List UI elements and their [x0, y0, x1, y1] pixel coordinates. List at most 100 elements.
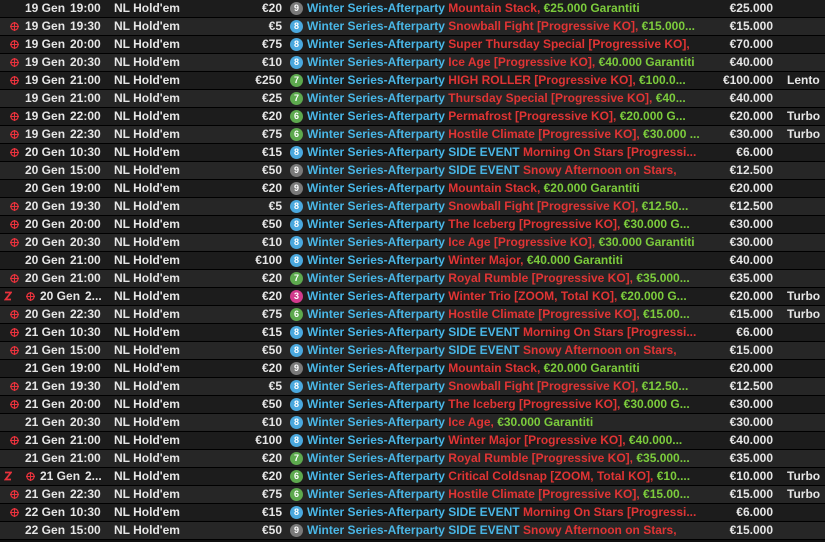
table-row[interactable]: 20 Gen 20:30 NL Hold'em €10 8 Winter Series-A… — [0, 234, 825, 252]
players-badge: 9 — [290, 164, 303, 177]
event-name: Permafrost [Progressive KO], — [448, 109, 620, 123]
target-icon — [10, 490, 19, 499]
date-time: 19 Gen 20:30 — [25, 54, 103, 71]
table-row[interactable]: 21 Gen 21:00 NL Hold'em €20 7 Winter Series-A… — [0, 450, 825, 468]
buyin-cell: €20 — [261, 109, 282, 123]
guaranteed-amount: €40.000 Garantiti — [598, 55, 695, 69]
tournament-name: Winter Series-Afterparty Snowball Fight … — [307, 18, 717, 35]
table-row[interactable]: 22 Gen 10:30 NL Hold'em €15 8 Winter Series-A… — [0, 504, 825, 522]
table-row[interactable]: 21 Gen 20:00 NL Hold'em €50 8 Winter Series-A… — [0, 396, 825, 414]
tournament-name: Winter Series-Afterparty Winter Major [P… — [307, 432, 717, 449]
table-row[interactable]: 21 Gen 2... NL Hold'em €20 6 Winter Series-Af… — [0, 468, 825, 486]
tournament-name: Winter Series-Afterparty Snowball Fight … — [307, 198, 717, 215]
table-row[interactable]: 19 Gen 21:00 NL Hold'em €25 7 Winter Series-A… — [0, 90, 825, 108]
table-row[interactable]: 20 Gen 22:30 NL Hold'em €75 6 Winter Series-A… — [0, 306, 825, 324]
table-row[interactable]: 21 Gen 10:30 NL Hold'em €15 8 Winter Series-A… — [0, 324, 825, 342]
date-time: 21 Gen 21:00 — [25, 450, 103, 467]
date-cell: 19 Gen — [25, 73, 66, 87]
buyin-cell: €15 — [261, 145, 282, 159]
date-time: 20 Gen 21:00 — [25, 252, 103, 269]
table-row[interactable]: 19 Gen 20:00 NL Hold'em €75 8 Winter Series-A… — [0, 36, 825, 54]
date-cell: 20 Gen — [25, 199, 66, 213]
time-cell: 22:00 — [70, 109, 101, 123]
date-cell: 21 Gen — [25, 487, 66, 501]
guaranteed-amount: €20.000 G... — [619, 109, 686, 123]
players-badge: 9 — [290, 2, 303, 15]
table-row[interactable]: 22 Gen 15:00 NL Hold'em €50 9 Winter Series-A… — [0, 522, 825, 540]
guaranteed-amount: €20.000 Garantiti — [543, 361, 640, 375]
target-icon — [10, 112, 19, 121]
table-row[interactable]: 21 Gen 20:30 NL Hold'em €10 8 Winter Series-A… — [0, 414, 825, 432]
game-type-cell: NL Hold'em — [114, 415, 180, 429]
table-row[interactable]: 20 Gen 19:00 NL Hold'em €20 9 Winter Series-A… — [0, 180, 825, 198]
table-row[interactable]: 21 Gen 15:00 NL Hold'em €50 8 Winter Series-A… — [0, 342, 825, 360]
date-cell: 22 Gen — [25, 523, 66, 537]
date-time: 19 Gen 22:00 — [25, 108, 103, 125]
time-cell: 21:00 — [70, 451, 101, 465]
date-cell: 19 Gen — [25, 37, 66, 51]
table-row[interactable]: 19 Gen 19:30 NL Hold'em €5 8 Winter Series-Af… — [0, 18, 825, 36]
prize-pool-cell: €12.500 — [729, 163, 773, 177]
tournament-name: Winter Series-Afterparty SIDE EVENT Snow… — [307, 162, 717, 179]
zoom-z-icon — [4, 291, 12, 301]
table-row[interactable]: 20 Gen 21:00 NL Hold'em €100 8 Winter Series-… — [0, 252, 825, 270]
game-type-cell: NL Hold'em — [114, 523, 180, 537]
time-cell: 19:30 — [70, 379, 101, 393]
table-row[interactable]: 19 Gen 22:00 NL Hold'em €20 6 Winter Series-A… — [0, 108, 825, 126]
table-row[interactable]: 19 Gen 20:30 NL Hold'em €10 8 Winter Series-A… — [0, 54, 825, 72]
buyin-cell: €20 — [261, 271, 282, 285]
table-row[interactable]: 21 Gen 19:00 NL Hold'em €20 9 Winter Series-A… — [0, 360, 825, 378]
players-badge: 8 — [290, 200, 303, 213]
table-row[interactable]: 19 Gen 22:30 NL Hold'em €75 6 Winter Series-A… — [0, 126, 825, 144]
buyin-cell: €20 — [261, 361, 282, 375]
date-time: 19 Gen 22:30 — [25, 126, 103, 143]
series-name: Winter Series-Afterparty — [307, 487, 445, 501]
event-name: Royal Rumble [Progressive KO], — [448, 451, 637, 465]
buyin-cell: €100 — [255, 433, 282, 447]
series-name: Winter Series-Afterparty — [307, 361, 445, 375]
buyin-cell: €15 — [261, 325, 282, 339]
table-row[interactable]: 20 Gen 19:30 NL Hold'em €5 8 Winter Series-Af… — [0, 198, 825, 216]
time-cell: 19:30 — [70, 19, 101, 33]
side-event-label: SIDE EVENT — [448, 523, 520, 537]
table-row[interactable]: 19 Gen 19:00 NL Hold'em €20 9 Winter Series-A… — [0, 0, 825, 18]
buyin-cell: €75 — [261, 487, 282, 501]
speed-cell: Turbo — [787, 487, 821, 501]
game-type-cell: NL Hold'em — [114, 145, 180, 159]
series-name: Winter Series-Afterparty — [307, 325, 445, 339]
time-cell: 20:30 — [70, 415, 101, 429]
table-row[interactable]: 21 Gen 21:00 NL Hold'em €100 8 Winter Series-… — [0, 432, 825, 450]
game-type-cell: NL Hold'em — [114, 109, 180, 123]
series-name: Winter Series-Afterparty — [307, 91, 445, 105]
players-badge: 8 — [290, 326, 303, 339]
event-name: Hostile Climate [Progressive KO], — [448, 127, 644, 141]
guaranteed-amount: €30.000 Garantiti — [497, 415, 594, 429]
series-name: Winter Series-Afterparty — [307, 415, 445, 429]
time-cell: 21:00 — [70, 433, 101, 447]
prize-pool-cell: €12.500 — [729, 199, 773, 213]
table-row[interactable]: 20 Gen 15:00 NL Hold'em €50 9 Winter Series-A… — [0, 162, 825, 180]
guaranteed-amount: €30.000 G... — [623, 397, 690, 411]
table-row[interactable]: 20 Gen 10:30 NL Hold'em €15 8 Winter Series-A… — [0, 144, 825, 162]
series-name: Winter Series-Afterparty — [307, 1, 445, 15]
tournament-name: Winter Series-Afterparty Mountain Stack,… — [307, 0, 717, 17]
table-row[interactable]: 20 Gen 2... NL Hold'em €20 3 Winter Series-Af… — [0, 288, 825, 306]
prize-pool-cell: €6.000 — [736, 325, 773, 339]
side-event-label: SIDE EVENT — [448, 325, 520, 339]
table-row[interactable]: 20 Gen 21:00 NL Hold'em €20 7 Winter Series-A… — [0, 270, 825, 288]
date-time: 21 Gen 2... — [40, 468, 103, 485]
series-name: Winter Series-Afterparty — [307, 55, 445, 69]
players-badge: 7 — [290, 92, 303, 105]
table-row[interactable]: 20 Gen 20:00 NL Hold'em €50 8 Winter Series-A… — [0, 216, 825, 234]
table-row[interactable]: 19 Gen 21:00 NL Hold'em €250 7 Winter Series-… — [0, 72, 825, 90]
tournament-name: Winter Series-Afterparty SIDE EVENT Morn… — [307, 144, 717, 161]
table-row[interactable]: 21 Gen 19:30 NL Hold'em €5 8 Winter Series-Af… — [0, 378, 825, 396]
target-icon — [10, 274, 19, 283]
tournament-name: Winter Series-Afterparty Ice Age, €30.00… — [307, 414, 717, 431]
game-type-cell: NL Hold'em — [114, 307, 180, 321]
game-type-cell: NL Hold'em — [114, 343, 180, 357]
date-cell: 20 Gen — [25, 307, 66, 321]
table-row[interactable]: 21 Gen 22:30 NL Hold'em €75 6 Winter Series-A… — [0, 486, 825, 504]
players-badge: 6 — [290, 308, 303, 321]
players-badge: 6 — [290, 110, 303, 123]
